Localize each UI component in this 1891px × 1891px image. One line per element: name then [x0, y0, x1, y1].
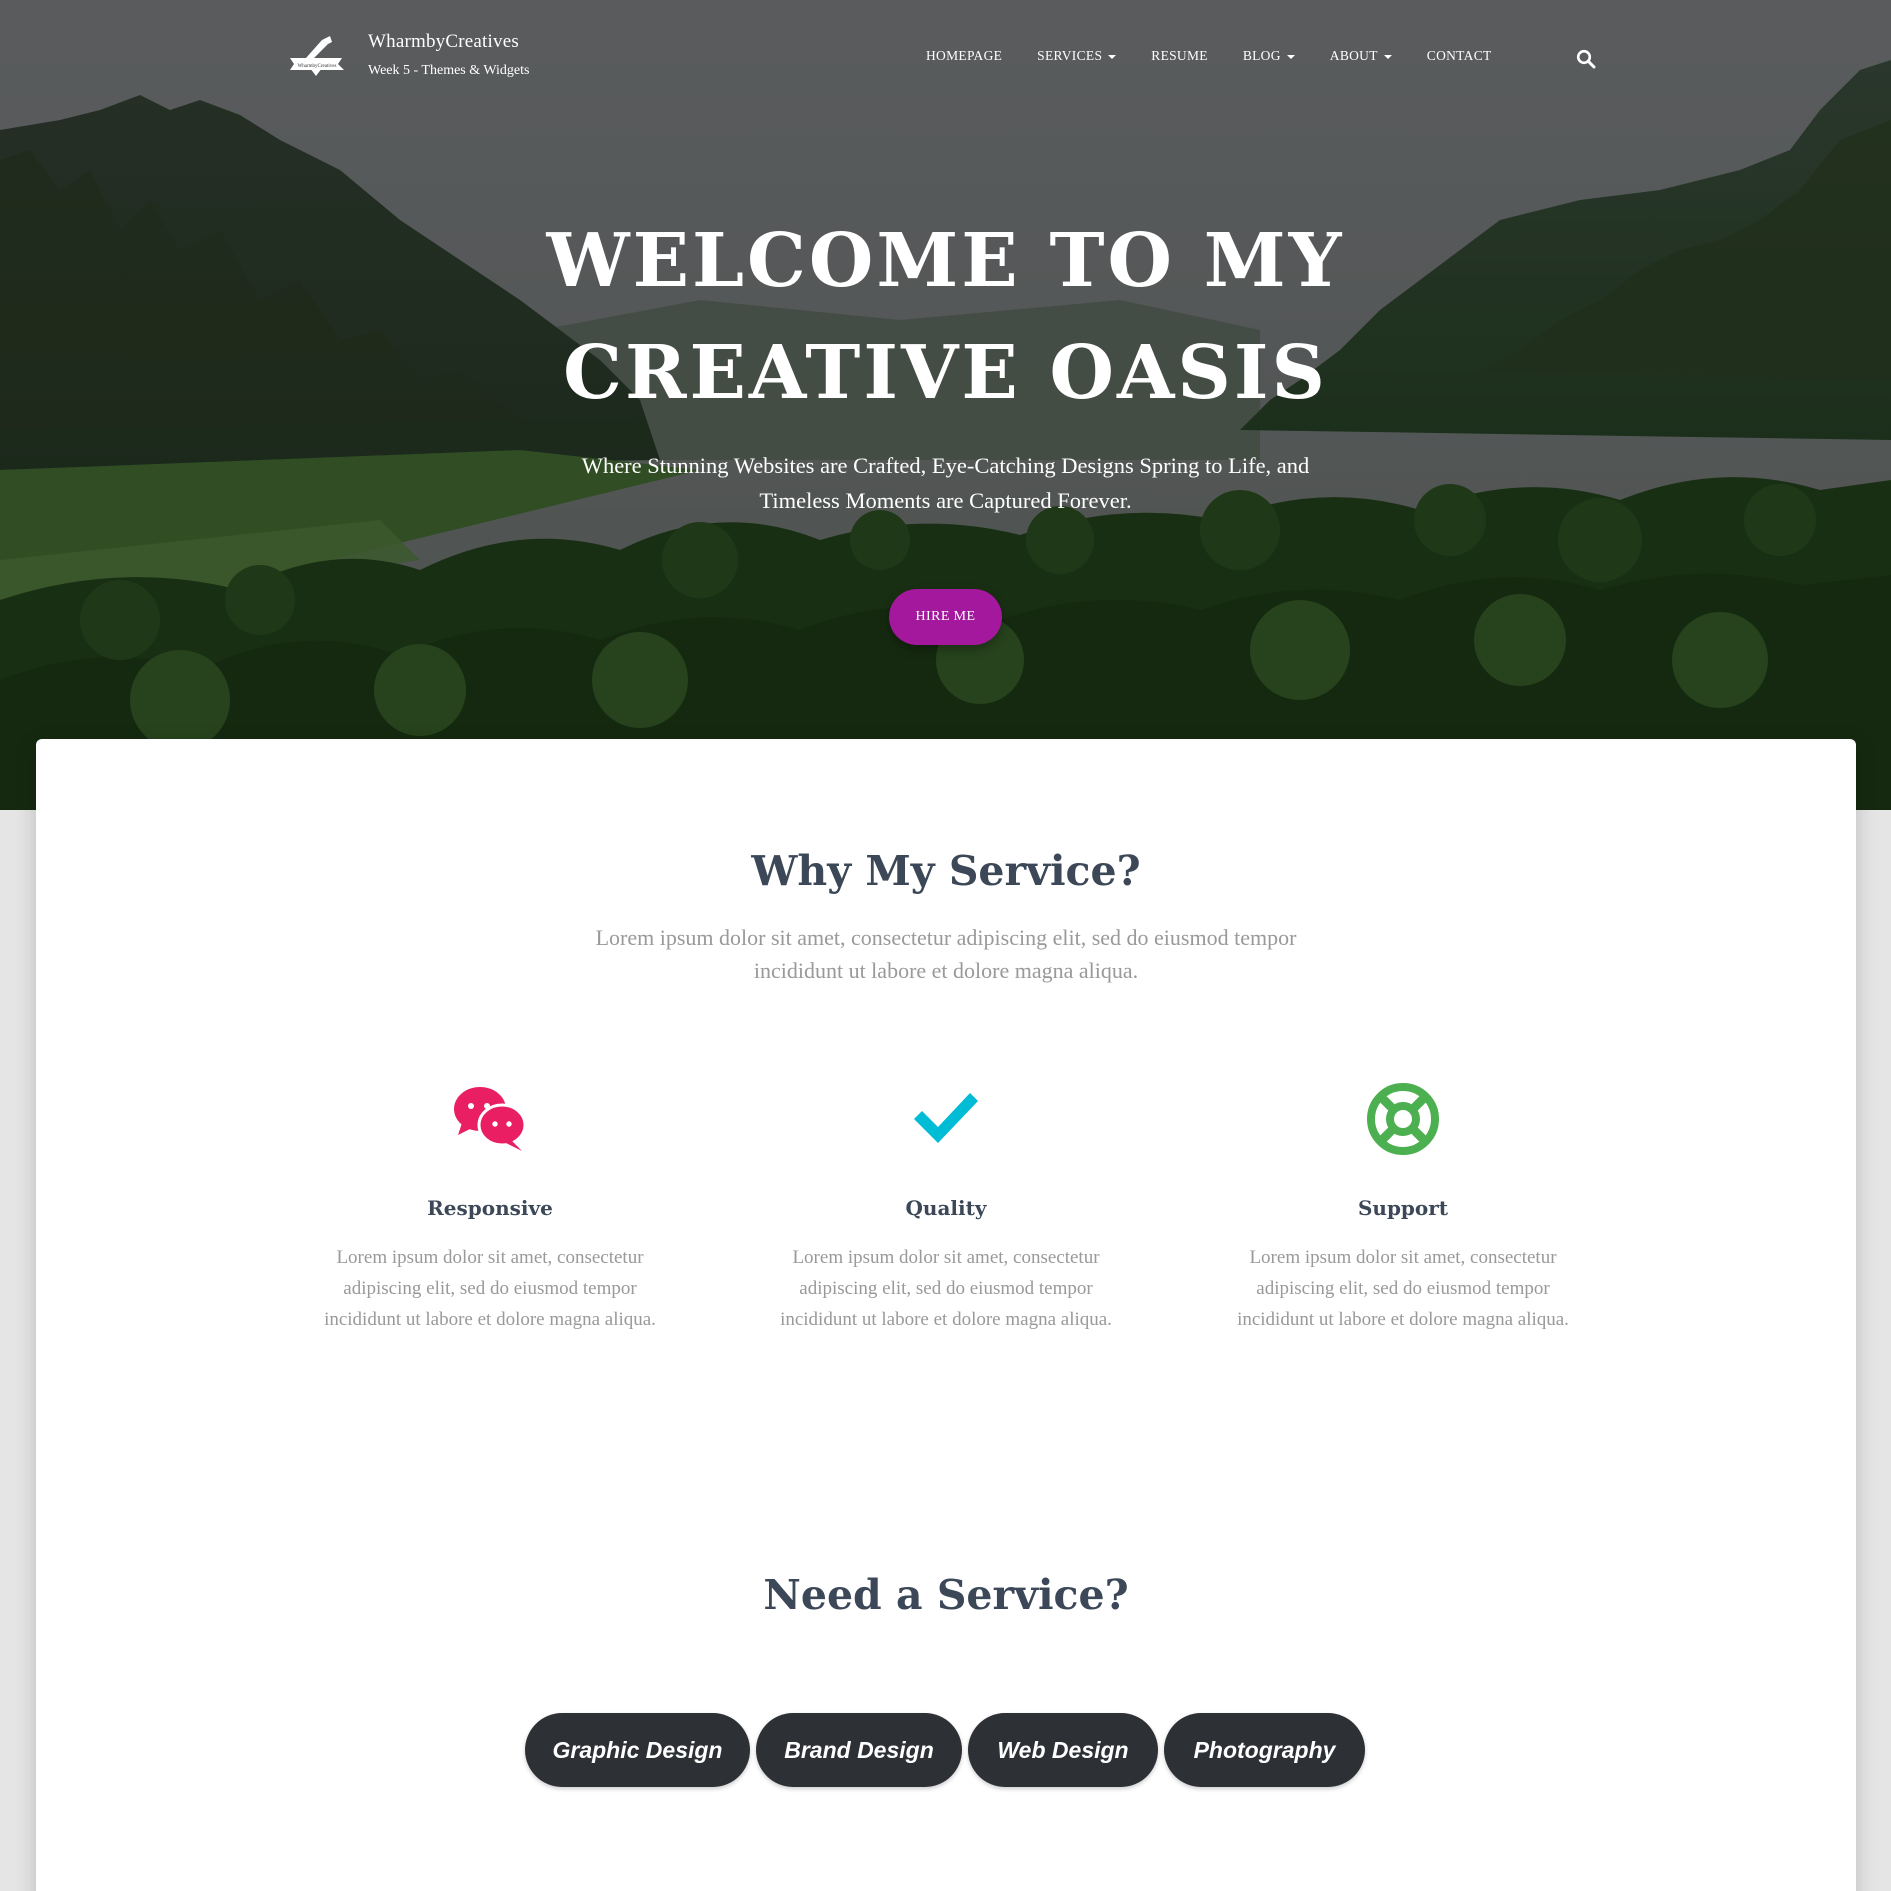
nav-item-blog[interactable]: BLOG: [1243, 48, 1295, 64]
feature-quality: Quality Lorem ipsum dolor sit amet, cons…: [736, 1079, 1156, 1335]
hero-title-line: WELCOME TO MY: [546, 218, 1345, 304]
nav-item-services[interactable]: SERVICES: [1037, 48, 1117, 64]
checkmark-icon: [914, 1093, 978, 1143]
top-navbar: WharmbyCreatives WharmbyCreatives Week 5…: [0, 0, 1891, 120]
hero-title-line: CREATIVE OASIS: [563, 330, 1328, 416]
why-section-description: Lorem ipsum dolor sit amet, consectetur …: [514, 921, 1378, 987]
caret-down-icon: [1108, 54, 1117, 59]
hero-title: WELCOME TO MY CREATIVE OASIS: [0, 205, 1891, 429]
caret-down-icon: [1383, 54, 1392, 59]
web-design-button[interactable]: Web Design: [968, 1713, 1158, 1787]
feature-text: Lorem ipsum dolor sit amet, consectetur …: [736, 1242, 1156, 1335]
feature-text-line: adipiscing elit, sed do eiusmod tempor: [1256, 1278, 1550, 1299]
feature-text-line: incididunt ut labore et dolore magna ali…: [780, 1309, 1112, 1330]
nav-item-contact[interactable]: CONTACT: [1427, 48, 1492, 64]
main-content-card: Why My Service? Lorem ipsum dolor sit am…: [36, 739, 1856, 1891]
nav-item-about[interactable]: ABOUT: [1330, 48, 1392, 64]
life-ring-icon: [1367, 1083, 1439, 1155]
nav-item-label: CONTACT: [1426, 48, 1492, 63]
brand-design-button[interactable]: Brand Design: [756, 1713, 962, 1787]
feature-title: Responsive: [427, 1196, 553, 1220]
brand-logo-icon[interactable]: WharmbyCreatives: [284, 34, 348, 84]
nav-item-label: ABOUT: [1329, 48, 1378, 63]
chat-bubbles-icon: [454, 1087, 527, 1151]
feature-text-line: incididunt ut labore et dolore magna ali…: [1237, 1309, 1569, 1330]
feature-responsive: Responsive Lorem ipsum dolor sit amet, c…: [280, 1079, 700, 1335]
search-icon[interactable]: [1576, 49, 1596, 69]
description-line: Lorem ipsum dolor sit amet, consectetur …: [595, 925, 1297, 950]
feature-support: Support Lorem ipsum dolor sit amet, cons…: [1193, 1079, 1613, 1335]
logo-wordmark: WharmbyCreatives: [298, 64, 337, 69]
main-nav: HOMEPAGE SERVICES RESUME BLOG ABOUT CONT…: [926, 48, 1527, 64]
nav-item-resume[interactable]: RESUME: [1151, 48, 1208, 64]
photography-button[interactable]: Photography: [1164, 1713, 1365, 1787]
need-section-title: Need a Service?: [763, 1571, 1129, 1619]
site-tagline: Week 5 - Themes & Widgets: [368, 63, 530, 78]
hero-subtitle: Where Stunning Websites are Crafted, Eye…: [520, 448, 1371, 518]
hero-subtitle-line: Where Stunning Websites are Crafted, Eye…: [581, 453, 1310, 478]
feature-text-line: Lorem ipsum dolor sit amet, consectetur: [792, 1247, 1100, 1268]
feature-text-line: incididunt ut labore et dolore magna ali…: [324, 1309, 656, 1330]
hire-me-button[interactable]: HIRE ME: [889, 589, 1002, 645]
caret-down-icon: [1286, 54, 1295, 59]
feature-text: Lorem ipsum dolor sit amet, consectetur …: [280, 1242, 700, 1335]
feature-text-line: Lorem ipsum dolor sit amet, consectetur: [336, 1247, 644, 1268]
nav-item-label: SERVICES: [1037, 48, 1103, 63]
feature-title: Support: [1357, 1196, 1449, 1220]
why-section-title: Why My Service?: [751, 847, 1141, 895]
description-line: incididunt ut labore et dolore magna ali…: [753, 958, 1139, 983]
nav-item-label: HOMEPAGE: [926, 48, 1003, 63]
feature-text-line: adipiscing elit, sed do eiusmod tempor: [799, 1278, 1093, 1299]
feature-text-line: Lorem ipsum dolor sit amet, consectetur: [1249, 1247, 1557, 1268]
nav-item-label: RESUME: [1151, 48, 1208, 63]
service-buttons: Graphic Design Brand Design Web Design P…: [525, 1713, 1371, 1787]
brand[interactable]: WharmbyCreatives WharmbyCreatives Week 5…: [284, 28, 529, 84]
nav-item-homepage[interactable]: HOMEPAGE: [926, 48, 1002, 64]
nav-item-label: BLOG: [1242, 48, 1281, 63]
hero-subtitle-line: Timeless Moments are Captured Forever.: [759, 488, 1132, 513]
feature-title: Quality: [905, 1196, 987, 1220]
feature-text: Lorem ipsum dolor sit amet, consectetur …: [1193, 1242, 1613, 1335]
site-title[interactable]: WharmbyCreatives: [368, 28, 529, 56]
graphic-design-button[interactable]: Graphic Design: [525, 1713, 750, 1787]
feature-text-line: adipiscing elit, sed do eiusmod tempor: [343, 1278, 637, 1299]
